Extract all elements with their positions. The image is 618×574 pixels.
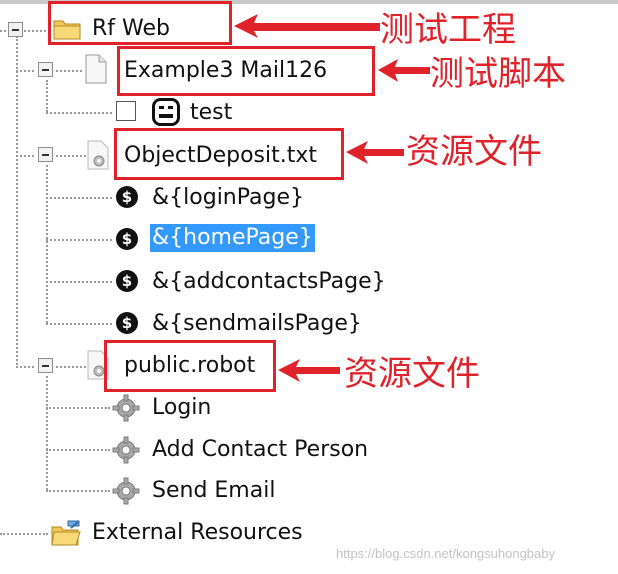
tree-line — [46, 80, 48, 112]
gear-icon — [112, 436, 140, 468]
tree-line — [46, 197, 112, 199]
annotation-project: 测试工程 — [380, 10, 516, 50]
gear-icon — [112, 477, 140, 509]
highlight-box-script — [117, 46, 375, 96]
watermark: https://blog.csdn.net/kongsuhongbaby — [336, 546, 555, 561]
dollar-icon: $ — [116, 228, 138, 250]
tree-line — [46, 323, 112, 325]
external-folder-icon — [50, 518, 82, 552]
tree-line — [56, 70, 82, 72]
collapse-resource-robot-toggle[interactable] — [38, 358, 53, 373]
collapse-root-toggle[interactable] — [8, 22, 23, 37]
tree-item-keyword[interactable]: Send Email — [152, 477, 275, 505]
tree-line — [46, 407, 110, 409]
gear-icon — [112, 394, 140, 426]
annotation-resource-robot: 资源文件 — [344, 354, 480, 394]
tree-line — [16, 36, 18, 368]
arrow-icon — [378, 59, 430, 82]
tree-line — [46, 281, 112, 283]
tree-line — [16, 366, 34, 368]
highlight-box-resource-robot — [104, 340, 276, 392]
tree-line — [46, 490, 110, 492]
tree-line — [16, 155, 34, 157]
highlight-box-resource-txt — [114, 128, 344, 180]
tree-item-variable[interactable]: &{sendmailsPage} — [152, 310, 362, 338]
collapse-suite-toggle[interactable] — [38, 62, 53, 77]
tree-item-variable[interactable]: &{loginPage} — [152, 184, 304, 212]
tree-line — [56, 366, 86, 368]
dollar-icon: $ — [116, 312, 138, 334]
tree-line — [46, 112, 112, 114]
tree-line — [16, 70, 34, 72]
gear-file-icon — [86, 140, 112, 174]
tree-line — [24, 30, 50, 32]
tree-line — [46, 239, 112, 241]
tree-item-keyword[interactable]: Add Contact Person — [152, 436, 368, 464]
tree-item-variable[interactable]: &{addcontactsPage} — [152, 268, 386, 296]
file-icon — [84, 54, 108, 88]
tree-line — [46, 449, 110, 451]
arrow-icon — [346, 141, 404, 164]
tree-line — [46, 376, 48, 490]
robot-test-icon — [152, 98, 180, 130]
tree-item-keyword[interactable]: Login — [152, 394, 211, 422]
tree-item-test[interactable]: test — [190, 99, 232, 127]
tree-item-variable-selected[interactable]: &{homePage} — [150, 224, 315, 252]
arrow-icon — [234, 14, 380, 38]
dollar-icon: $ — [116, 186, 138, 208]
test-checkbox[interactable] — [116, 101, 136, 121]
tree-item-external-resources[interactable]: External Resources — [92, 519, 303, 547]
arrow-icon — [278, 359, 340, 382]
annotation-resource-txt: 资源文件 — [406, 132, 542, 172]
highlight-box-project — [48, 1, 232, 45]
dollar-icon: $ — [116, 270, 138, 292]
annotation-script: 测试脚本 — [430, 54, 566, 94]
collapse-resource-txt-toggle[interactable] — [38, 147, 53, 162]
tree-line — [56, 155, 86, 157]
tree-line — [0, 533, 48, 535]
tree-line — [46, 165, 48, 323]
